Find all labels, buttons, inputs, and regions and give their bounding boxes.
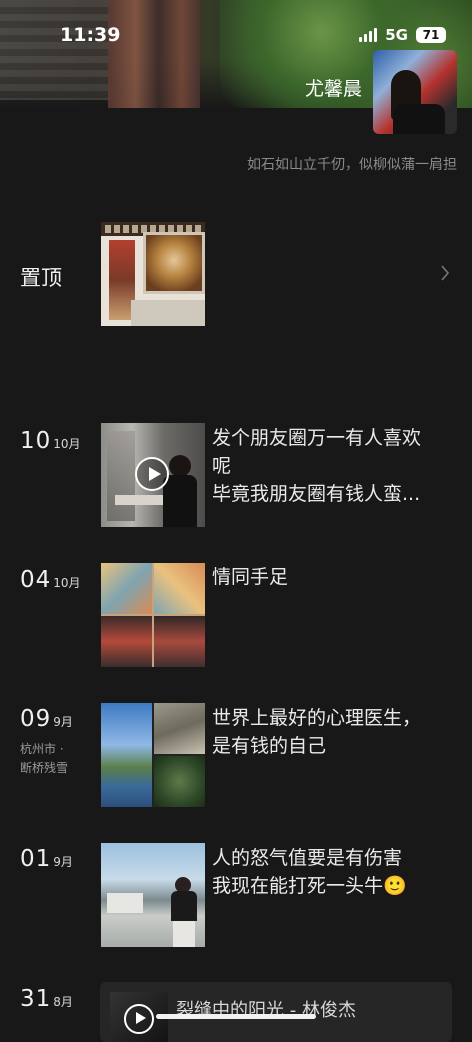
post-month: 8月	[53, 995, 73, 1009]
play-icon[interactable]	[124, 1004, 154, 1034]
signal-icon	[359, 28, 378, 42]
post-text[interactable]: 人的怒气值要是有伤害 我现在能打死一头牛🙂	[212, 844, 448, 900]
post-thumbnail[interactable]	[101, 843, 205, 947]
post-date: 04 10月	[20, 567, 81, 593]
status-indicators: 5G 71	[359, 26, 446, 44]
cover-figure	[108, 0, 200, 108]
post-day: 31	[20, 986, 52, 1012]
post-thumbnail[interactable]	[101, 423, 205, 527]
post-location[interactable]: 杭州市 · 断桥残雪	[20, 740, 68, 778]
post-date: 09 9月	[20, 706, 73, 732]
cover-steps	[0, 0, 110, 100]
profile-signature: 如石如山立千仞，似柳似蒲一肩担	[247, 157, 457, 173]
avatar[interactable]	[373, 50, 457, 134]
post-day: 04	[20, 567, 52, 593]
post-month: 10月	[53, 437, 81, 451]
post-thumbnail[interactable]	[101, 563, 205, 667]
post-month: 9月	[53, 855, 73, 869]
post-day: 09	[20, 706, 52, 732]
post-thumbnail[interactable]	[101, 703, 205, 807]
post-day: 01	[20, 846, 52, 872]
post-date: 01 9月	[20, 846, 73, 872]
post-day: 10	[20, 428, 52, 454]
network-label: 5G	[385, 26, 408, 44]
home-indicator	[156, 1014, 316, 1019]
post-date: 31 8月	[20, 986, 73, 1012]
post-text[interactable]: 世界上最好的心理医生， 是有钱的自己	[212, 704, 448, 760]
post-date: 10 10月	[20, 428, 81, 454]
post-text[interactable]: 发个朋友圈万一有人喜欢 呢 毕竟我朋友圈有钱人蛮...	[212, 424, 448, 508]
profile-name[interactable]: 尤馨晨	[305, 74, 362, 101]
post-month: 9月	[53, 715, 73, 729]
pinned-label: 置顶	[20, 266, 62, 290]
post-month: 10月	[53, 576, 81, 590]
pinned-thumbnail[interactable]	[101, 222, 205, 326]
post-text[interactable]: 情同手足	[212, 563, 448, 591]
play-icon[interactable]	[135, 457, 169, 491]
battery-icon: 71	[416, 27, 446, 43]
music-share-card[interactable]: 裂缝中的阳光 - 林俊杰	[100, 982, 452, 1042]
status-time: 11:39	[60, 24, 121, 46]
chevron-right-icon[interactable]	[440, 264, 450, 282]
